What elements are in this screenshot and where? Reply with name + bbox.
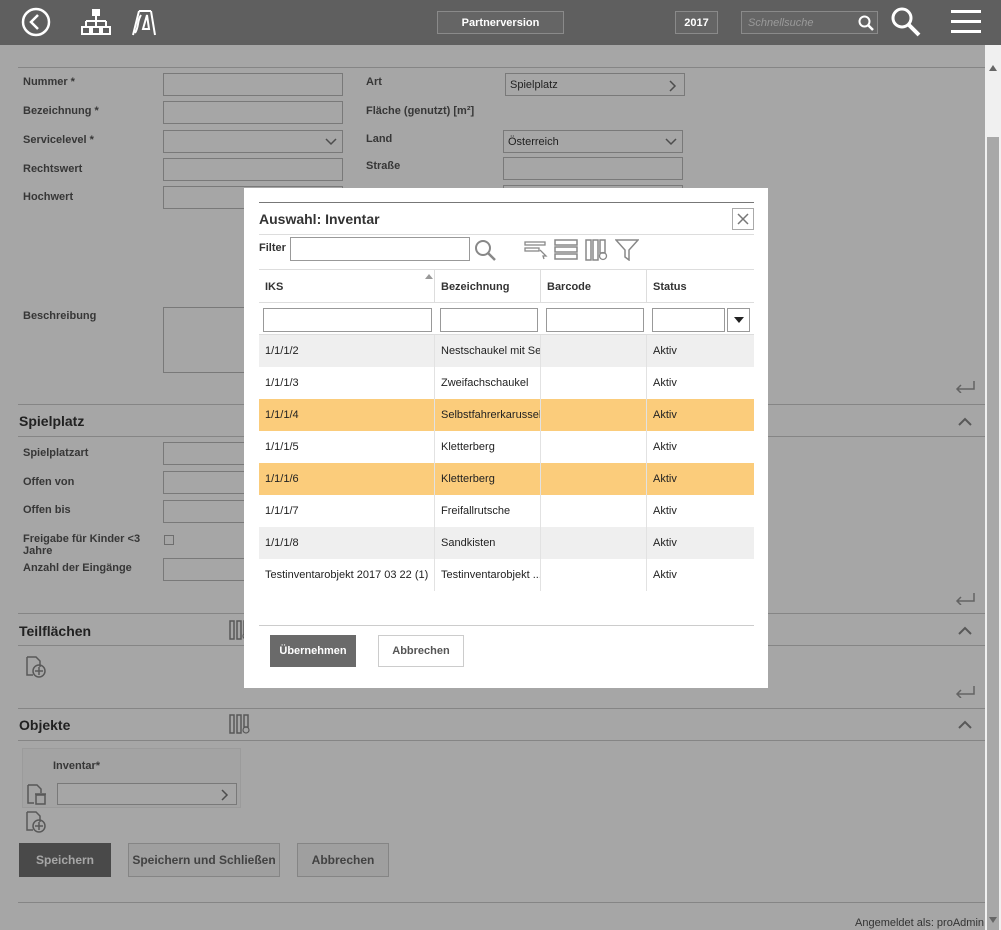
inventar-grid: IKS Bezeichnung Barcode Status 1/1/1/2 Ne… [259, 269, 754, 591]
scroll-down-icon[interactable] [989, 917, 997, 923]
caret-down-icon [733, 317, 744, 323]
grid-body: 1/1/1/2 Nestschaukel mit Seil Aktiv 1/1/1/3… [259, 335, 754, 591]
cell-bezeichnung: Nestschaukel mit Seil [435, 335, 541, 367]
playground-icon[interactable] [128, 6, 158, 38]
cell-iks: 1/1/1/6 [259, 463, 435, 495]
quick-search-input[interactable] [742, 12, 854, 33]
cell-status: Aktiv [653, 537, 677, 549]
grid-header: IKS Bezeichnung Barcode Status [259, 269, 754, 304]
cell-iks: 1/1/1/7 [259, 495, 435, 527]
bezeichnung-filter-input[interactable] [440, 308, 538, 332]
menu-icon[interactable] [949, 6, 983, 38]
scrollbar-thumb[interactable] [987, 137, 999, 930]
dialog-title: Auswahl: Inventar [259, 211, 380, 227]
cell-barcode [541, 367, 647, 399]
search-icon[interactable] [474, 239, 496, 261]
cell-barcode [541, 399, 647, 431]
table-row[interactable]: 1/1/1/2 Nestschaukel mit Seil Aktiv [259, 335, 754, 367]
column-header-status[interactable]: Status [647, 270, 754, 304]
cell-iks: 1/1/1/8 [259, 527, 435, 559]
inventar-selection-dialog: Auswahl: Inventar Filter IKS Bezeichnung… [244, 188, 768, 688]
cell-bezeichnung: Selbstfahrerkarussell [435, 399, 541, 431]
cell-bezeichnung: Kletterberg [435, 463, 541, 495]
table-row[interactable]: 1/1/1/7 Freifallrutsche Aktiv [259, 495, 754, 527]
scroll-up-icon[interactable] [989, 65, 997, 71]
cell-barcode [541, 495, 647, 527]
funnel-icon[interactable] [615, 239, 639, 261]
logged-in-status: Angemeldet als: proAdmin [855, 917, 985, 929]
cell-bezeichnung: Freifallrutsche [435, 495, 541, 527]
cell-barcode [541, 527, 647, 559]
cell-iks: 1/1/1/3 [259, 367, 435, 399]
table-row[interactable]: 1/1/1/4 Selbstfahrerkarussell Aktiv [259, 399, 754, 431]
cell-iks: 1/1/1/5 [259, 431, 435, 463]
cell-barcode [541, 335, 647, 367]
column-header-bezeichnung[interactable]: Bezeichnung [435, 270, 541, 304]
cell-iks: 1/1/1/2 [259, 335, 435, 367]
table-row[interactable]: Testinventarobjekt 2017 03 22 (1) Testinv… [259, 559, 754, 591]
accept-button[interactable]: Übernehmen [270, 635, 356, 667]
cell-status: Aktiv [653, 409, 677, 421]
cell-iks: 1/1/1/4 [259, 399, 435, 431]
filter-input[interactable] [290, 237, 470, 261]
column-header-barcode[interactable]: Barcode [541, 270, 647, 304]
status-filter-input[interactable] [652, 308, 725, 332]
barcode-filter-input[interactable] [546, 308, 644, 332]
grid-filter-row [259, 303, 754, 335]
table-row[interactable]: 1/1/1/6 Kletterberg Aktiv [259, 463, 754, 495]
cell-status: Aktiv [653, 505, 677, 517]
hierarchy-icon[interactable] [80, 6, 112, 38]
cell-bezeichnung: Testinventarobjekt ... [435, 559, 541, 591]
filter-row-icon[interactable] [524, 240, 548, 260]
cell-status: Aktiv [653, 569, 677, 581]
cell-barcode [541, 559, 647, 591]
cell-bezeichnung: Kletterberg [435, 431, 541, 463]
cell-status: Aktiv [653, 377, 677, 389]
close-button[interactable] [732, 208, 754, 230]
column-header-iks[interactable]: IKS [259, 270, 435, 304]
table-row[interactable]: 1/1/1/8 Sandkisten Aktiv [259, 527, 754, 559]
sort-ascending-icon [425, 274, 433, 279]
cell-barcode [541, 431, 647, 463]
status-filter-dropdown[interactable] [727, 308, 750, 332]
search-icon[interactable] [858, 15, 874, 31]
year-button[interactable]: 2017 [675, 11, 718, 34]
page-scrollbar[interactable] [985, 45, 1001, 930]
top-bar: Partnerversion 2017 [0, 0, 1001, 45]
back-icon[interactable] [20, 6, 52, 38]
cell-status: Aktiv [653, 473, 677, 485]
cell-bezeichnung: Zweifachschaukel [435, 367, 541, 399]
partner-version-button[interactable]: Partnerversion [437, 11, 564, 34]
filter-label: Filter [259, 242, 286, 254]
cell-status: Aktiv [653, 345, 677, 357]
table-row[interactable]: 1/1/1/5 Kletterberg Aktiv [259, 431, 754, 463]
quick-search [741, 11, 878, 34]
cell-barcode [541, 463, 647, 495]
cell-iks: Testinventarobjekt 2017 03 22 (1) [259, 559, 435, 591]
rows-icon[interactable] [554, 239, 578, 261]
dialog-cancel-button[interactable]: Abbrechen [378, 635, 464, 667]
columns-icon[interactable] [585, 239, 609, 261]
cell-bezeichnung: Sandkisten [435, 527, 541, 559]
close-icon [737, 213, 749, 225]
advanced-search-icon[interactable] [889, 6, 923, 38]
iks-filter-input[interactable] [263, 308, 432, 332]
table-row[interactable]: 1/1/1/3 Zweifachschaukel Aktiv [259, 367, 754, 399]
cell-status: Aktiv [653, 441, 677, 453]
